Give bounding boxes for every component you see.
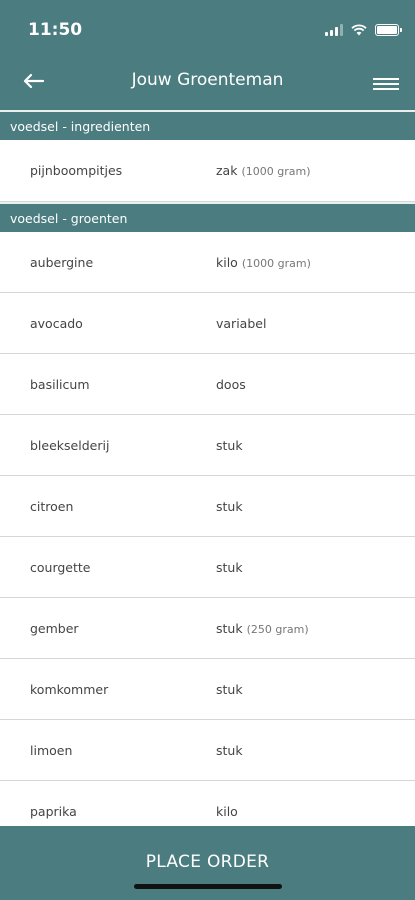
item-name: pijnboompitjes <box>30 163 123 178</box>
item-detail: (1000 gram) <box>241 256 311 270</box>
list-item[interactable]: pijnboompitjes zak (1000 gram) <box>0 140 415 202</box>
section-header: voedsel - ingredienten <box>0 110 415 140</box>
place-order-button[interactable]: PLACE ORDER <box>146 852 270 900</box>
item-name: citroen <box>30 498 74 514</box>
item-unit-cell: variabel <box>216 316 415 331</box>
status-time: 11:50 <box>28 20 83 40</box>
section-header: voedsel - groenten <box>0 202 415 232</box>
item-unit: stuk <box>216 437 243 453</box>
item-name: basilicum <box>30 376 90 392</box>
list-item[interactable]: limoen stuk <box>0 720 415 781</box>
status-icons <box>325 24 402 36</box>
item-unit-cell: kilo (1000 gram) <box>216 255 415 270</box>
list-item[interactable]: komkommer stuk <box>0 659 415 720</box>
item-unit: stuk <box>216 498 243 514</box>
item-name: avocado <box>30 315 83 331</box>
item-unit-cell: stuk <box>216 743 415 758</box>
item-unit: stuk <box>216 742 243 758</box>
item-unit-cell: stuk <box>216 499 415 514</box>
list-item[interactable]: bleekselderij stuk <box>0 415 415 476</box>
item-name: limoen <box>30 742 73 758</box>
list-item[interactable]: gember stuk (250 gram) <box>0 598 415 659</box>
item-unit-cell: kilo <box>216 804 415 819</box>
product-list: voedsel - ingredienten pijnboompitjes za… <box>0 110 415 826</box>
list-item[interactable]: courgette stuk <box>0 537 415 598</box>
home-indicator <box>134 884 282 889</box>
list-item[interactable]: basilicum doos <box>0 354 415 415</box>
wifi-icon <box>351 24 367 36</box>
cellular-signal-icon <box>325 24 343 36</box>
item-detail: (250 gram) <box>246 622 309 636</box>
item-unit-cell: zak (1000 gram) <box>216 163 415 178</box>
item-detail: (1000 gram) <box>241 165 311 178</box>
item-unit-cell: stuk <box>216 682 415 697</box>
item-unit: stuk <box>216 559 243 575</box>
page-title: Jouw Groenteman <box>131 70 284 90</box>
status-bar: 11:50 <box>0 0 415 60</box>
list-item[interactable]: paprika kilo <box>0 781 415 826</box>
item-unit-cell: doos <box>216 377 415 392</box>
item-unit-cell: stuk <box>216 438 415 453</box>
menu-icon <box>373 78 399 80</box>
item-unit: stuk <box>216 620 243 636</box>
item-name: paprika <box>30 803 77 819</box>
item-unit: variabel <box>216 315 267 331</box>
item-name: bleekselderij <box>30 437 110 453</box>
item-unit-cell: stuk (250 gram) <box>216 621 415 636</box>
item-unit: stuk <box>216 681 243 697</box>
item-name: gember <box>30 620 79 636</box>
menu-button[interactable] <box>373 78 399 100</box>
item-name: komkommer <box>30 681 109 697</box>
item-unit: kilo <box>216 803 238 819</box>
item-unit: zak <box>216 163 238 178</box>
item-unit-cell: stuk <box>216 560 415 575</box>
list-item[interactable]: citroen stuk <box>0 476 415 537</box>
item-name: aubergine <box>30 254 94 270</box>
list-item[interactable]: avocado variabel <box>0 293 415 354</box>
navigation-bar: Jouw Groenteman <box>0 60 415 110</box>
list-item[interactable]: aubergine kilo (1000 gram) <box>0 232 415 293</box>
item-unit: doos <box>216 376 246 392</box>
item-unit: kilo <box>216 254 238 270</box>
battery-icon <box>375 24 402 36</box>
app-header: 11:50 Jouw Groenteman <box>0 0 415 110</box>
item-name: courgette <box>30 559 91 575</box>
